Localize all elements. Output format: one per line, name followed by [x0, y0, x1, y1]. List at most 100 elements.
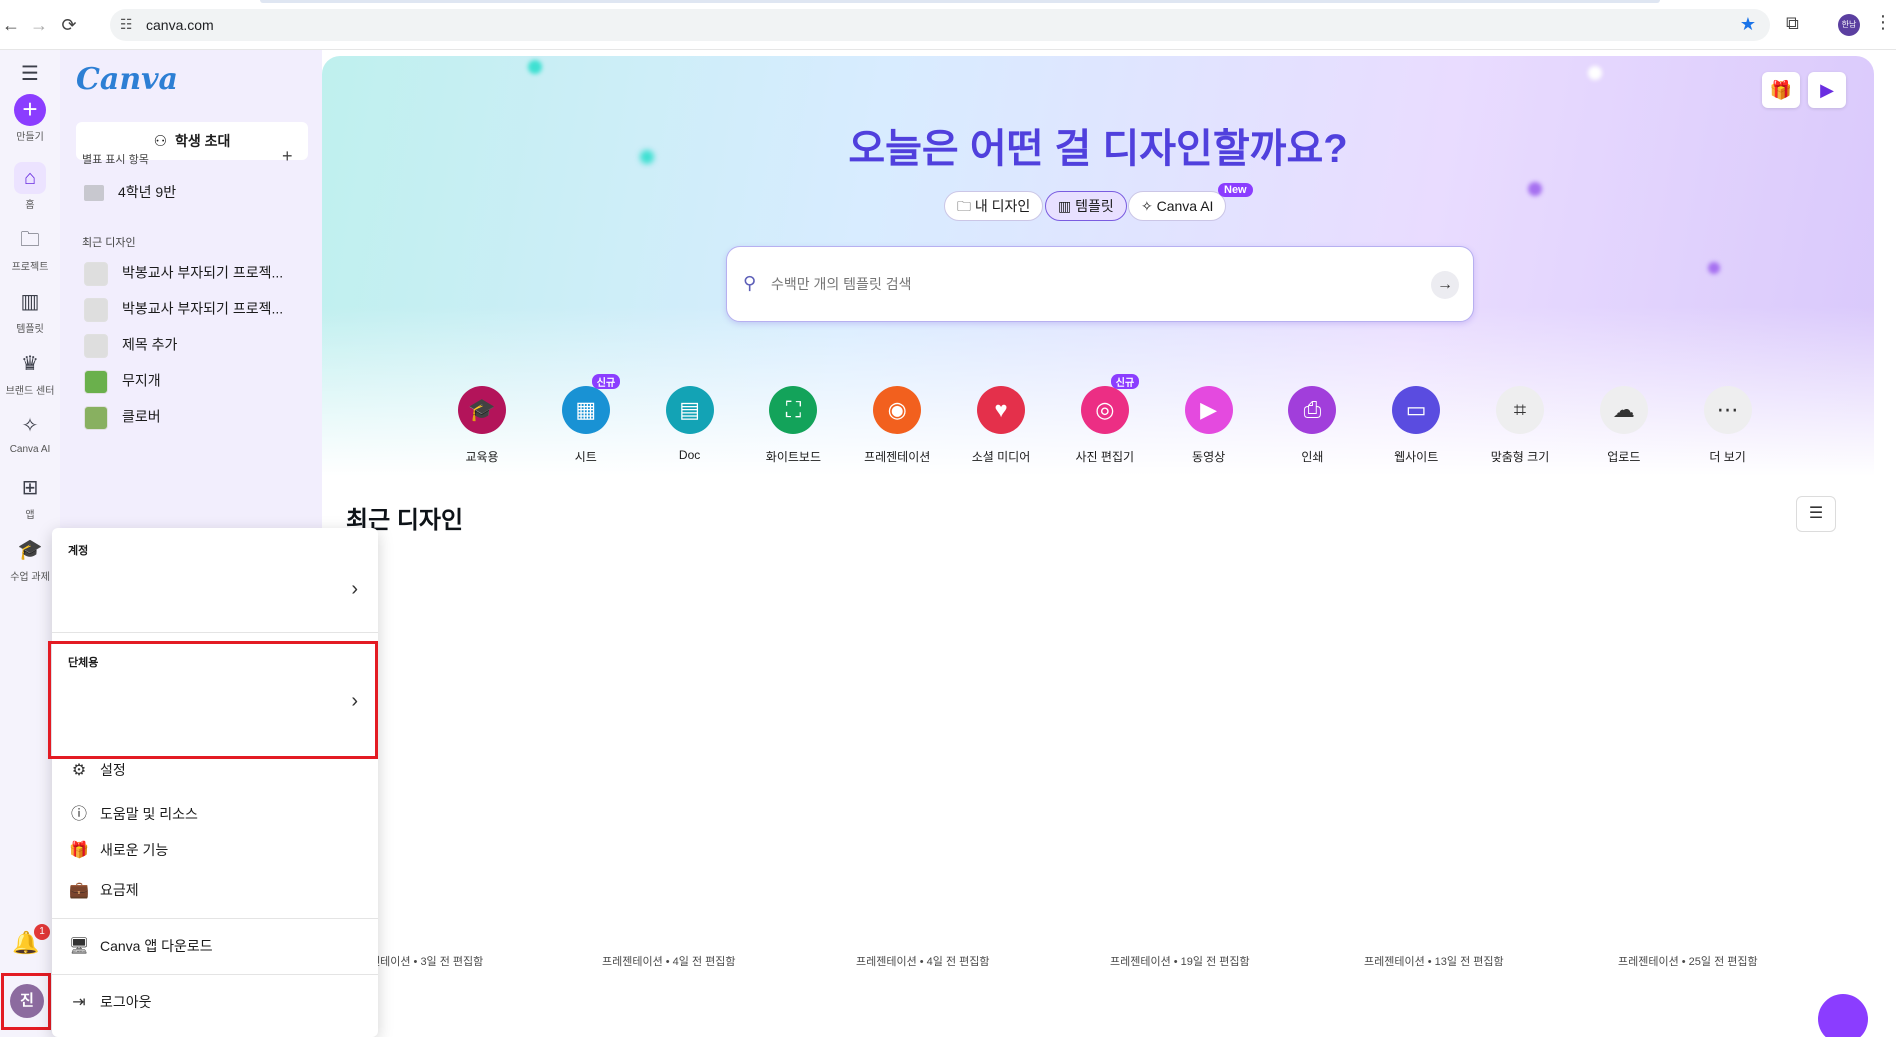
brand-kit-icon: ♛	[21, 353, 39, 375]
canva-logo[interactable]: Canva	[76, 62, 178, 97]
rail-item-apps[interactable]: ⊞ 앱	[0, 472, 60, 521]
category-doc[interactable]: ▤ Doc	[640, 386, 740, 462]
divider	[52, 632, 378, 633]
collapse-menu-icon[interactable]: ☰	[14, 58, 46, 90]
category-label: 시트	[574, 450, 597, 464]
cloud-upload-icon: ☁	[1599, 386, 1648, 434]
account-menu-popup: 계정 › 단체용 › ⚙ 설정 ⓘ 도움말 및 리소스 🎁 새로운 기능 💼 요금제 🖥…	[48, 528, 378, 1037]
main-content: 🎁 ▶ 오늘은 어떤 걸 디자인할까요? 🗀 내 디자인 ▥ 템플릿 ✧ Can…	[322, 56, 1874, 1031]
rail-menu-toggle[interactable]: ☰	[0, 58, 60, 90]
recent-design-item[interactable]: 박봉교사 부자되기 프로젝...	[84, 262, 283, 286]
menu-item-whats-new[interactable]: 🎁 새로운 기능	[68, 840, 168, 860]
rail-item-label: 수업 과제	[10, 572, 50, 583]
design-caption: 프레젠테이션 • 25일 전 편집함	[1618, 956, 1758, 968]
category-presentation[interactable]: ◉ 프레젠테이션	[847, 386, 947, 465]
menu-item-download-app[interactable]: 🖥 Canva 앱 다운로드	[68, 936, 213, 956]
category-label: 동영상	[1192, 450, 1226, 464]
briefcase-icon: 💼	[69, 882, 89, 899]
design-thumbnail	[84, 298, 108, 322]
category-label: 사진 편집기	[1075, 450, 1135, 464]
search-submit-arrow-icon[interactable]: →	[1431, 271, 1459, 299]
rail-item-label: Canva AI	[9, 444, 51, 455]
category-sheet[interactable]: ▦ 시트 신규	[536, 374, 636, 465]
site-settings-icon[interactable]: ☷	[120, 16, 133, 33]
bookmark-star-icon[interactable]: ★	[1740, 14, 1756, 35]
category-label: 화이트보드	[765, 450, 821, 464]
chevron-right-icon[interactable]: ›	[351, 578, 358, 601]
new-badge: 신규	[591, 374, 621, 389]
template-search-box[interactable]: ⚲ →	[726, 246, 1474, 322]
menu-item-logout[interactable]: ⇥ 로그아웃	[68, 992, 151, 1012]
rail-item-home[interactable]: ⌂ 홈	[0, 162, 60, 211]
rail-item-label: 템플릿	[16, 324, 44, 335]
category-crop[interactable]: ⌗ 맞춤형 크기	[1470, 386, 1570, 465]
help-assistant-button[interactable]	[1818, 994, 1868, 1037]
recent-design-item[interactable]: 무지개	[84, 370, 161, 394]
sparkle-icon: ✧	[21, 415, 39, 437]
play-button[interactable]: ▶	[1808, 72, 1846, 108]
menu-item-settings[interactable]: ⚙ 설정	[68, 760, 126, 780]
category-website[interactable]: ▭ 웹사이트	[1366, 386, 1466, 465]
browser-menu-icon[interactable]: ⋮	[1874, 12, 1892, 33]
folder-icon: 🗀	[20, 229, 40, 251]
rail-item-assignments[interactable]: 🎓 수업 과제	[0, 534, 60, 583]
category-cloud-upload[interactable]: ☁ 업로드	[1574, 386, 1674, 465]
category-heart[interactable]: ♥ 소셜 미디어	[951, 386, 1051, 465]
printer-icon: ⎙	[1288, 386, 1337, 434]
rail-item-templates[interactable]: ▥ 템플릿	[0, 286, 60, 335]
menu-item-help[interactable]: ⓘ 도움말 및 리소스	[68, 800, 198, 824]
category-more[interactable]: ⋯ 더 보기	[1678, 386, 1778, 465]
browser-profile-avatar[interactable]: 한남	[1838, 14, 1860, 36]
category-whiteboard[interactable]: ⛶ 화이트보드	[743, 386, 843, 465]
home-icon: ⌂	[14, 162, 46, 194]
back-icon[interactable]: ←	[0, 14, 22, 36]
starred-folder[interactable]: 4학년 9반	[84, 182, 176, 202]
category-label: 업로드	[1607, 450, 1641, 464]
menu-item-label: 새로운 기능	[100, 842, 169, 858]
category-label: 인쇄	[1301, 450, 1324, 464]
account-avatar-highlight[interactable]: 진	[1, 973, 51, 1030]
address-bar[interactable]: ☷ canva.com ★	[110, 9, 1770, 41]
category-video[interactable]: ▶ 동영상	[1159, 386, 1259, 465]
hero-title: 오늘은 어떤 걸 디자인할까요?	[848, 127, 1348, 171]
extensions-icon[interactable]: ⧉	[1786, 13, 1799, 34]
apps-grid-icon: ⊞	[21, 477, 39, 499]
rail-item-brand-center[interactable]: ♛ 브랜드 센터	[0, 348, 60, 397]
tab-canva-ai[interactable]: ✧ Canva AI	[1128, 191, 1227, 221]
forward-icon[interactable]: →	[28, 14, 50, 36]
search-input[interactable]	[771, 269, 1391, 299]
gift-button[interactable]: 🎁	[1762, 72, 1800, 108]
category-graduation-cap[interactable]: 🎓 교육용	[432, 386, 532, 465]
avatar[interactable]: 진	[10, 984, 44, 1018]
doc-icon: ▤	[665, 386, 714, 434]
gear-icon: ⚙	[71, 762, 87, 779]
chevron-right-icon[interactable]: ›	[351, 690, 358, 713]
url-text[interactable]: canva.com	[146, 17, 214, 33]
rail-item-create[interactable]: + 만들기	[0, 94, 60, 143]
menu-item-plans[interactable]: 💼 요금제	[68, 880, 139, 900]
reload-icon[interactable]: ⟳	[58, 14, 80, 36]
tab-my-designs[interactable]: 🗀 내 디자인	[944, 191, 1044, 221]
rail-item-label: 홈	[25, 200, 35, 211]
category-printer[interactable]: ⎙ 인쇄	[1262, 386, 1362, 465]
camera-icon: ◎	[1080, 386, 1129, 434]
info-icon: ⓘ	[70, 806, 87, 823]
divider	[52, 918, 378, 919]
recent-design-item[interactable]: 제목 추가	[84, 334, 177, 358]
add-starred-icon[interactable]: +	[282, 146, 293, 167]
tab-label: 템플릿	[1075, 198, 1114, 214]
crop-icon: ⌗	[1496, 386, 1544, 434]
category-label: 웹사이트	[1394, 450, 1439, 464]
recent-design-item[interactable]: 클로버	[84, 406, 161, 430]
recent-design-item[interactable]: 박봉교사 부자되기 프로젝...	[84, 298, 283, 322]
menu-item-label: 도움말 및 리소스	[100, 806, 198, 822]
list-view-button[interactable]: ☰	[1796, 496, 1836, 532]
category-camera[interactable]: ◎ 사진 편집기 신규	[1055, 374, 1155, 465]
design-caption: 프레젠테이션 • 13일 전 편집함	[1364, 956, 1504, 968]
folder-icon	[84, 185, 104, 202]
starred-folder-label: 4학년 9반	[118, 184, 177, 200]
rail-item-canva-ai[interactable]: ✧ Canva AI	[0, 410, 60, 455]
rail-item-projects[interactable]: 🗀 프로젝트	[0, 224, 60, 273]
browser-toolbar: ← → ⟳ ☷ canva.com ★ ⧉ 한남 ⋮	[0, 0, 1896, 50]
tab-templates[interactable]: ▥ 템플릿	[1045, 191, 1127, 221]
